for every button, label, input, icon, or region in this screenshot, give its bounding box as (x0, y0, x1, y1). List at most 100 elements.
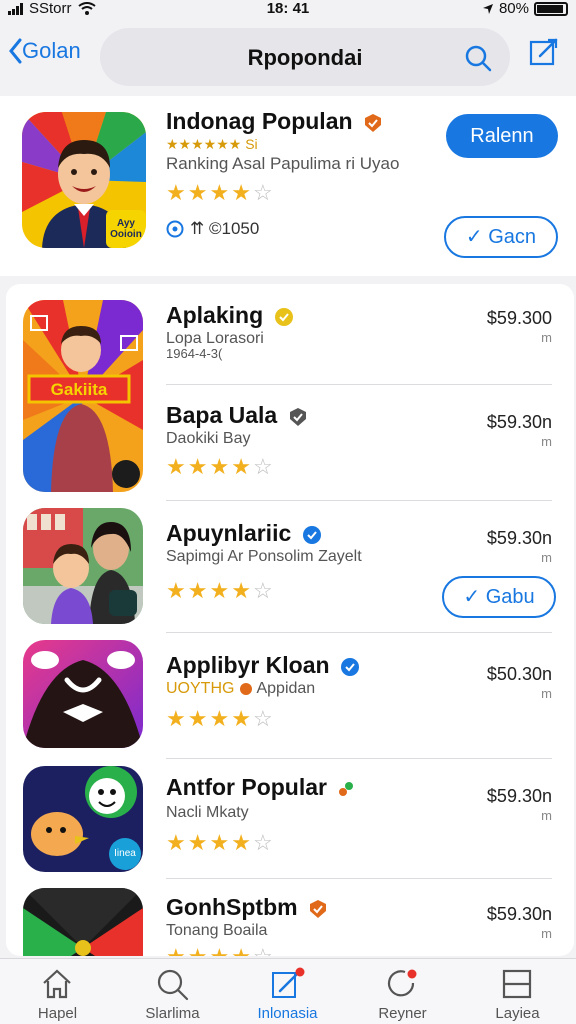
featured-icon-caption: Ayy Ooioin (110, 218, 142, 240)
app-icon[interactable] (23, 640, 143, 748)
star-filled-icon: ★ (209, 706, 230, 731)
divider (166, 758, 552, 759)
tab-search[interactable]: Slarlima (115, 959, 230, 1024)
battery-percent: 80% (498, 0, 529, 17)
list-item[interactable]: GonhSptbm Tonang Boaila ★★★★☆ $59.30n m (6, 880, 574, 956)
star-filled-icon: ★ (231, 180, 251, 205)
app-icon[interactable]: Iinea (23, 766, 143, 872)
star-filled-icon: ★ (187, 706, 208, 731)
app-title-text: Apuynlariic (166, 520, 292, 546)
star-filled-icon: ★ (187, 180, 208, 205)
tab-refresh[interactable]: Reyner (345, 959, 460, 1024)
app-action-label: Gabu (485, 586, 535, 608)
list-item[interactable]: Gakiita Aplaking Lopa Lorasori 1964-4-3(… (6, 284, 574, 492)
app-price: $59.30n (486, 528, 552, 548)
app-price-unit: m (541, 330, 552, 345)
app-rating: ★★★★☆ (166, 946, 273, 957)
star-filled-icon: ★ (166, 706, 186, 731)
star-filled-icon: ★ (187, 578, 208, 603)
app-title-text: Aplaking (166, 302, 264, 328)
badge-fill (274, 307, 293, 326)
featured-app[interactable]: Ayy Ooioin Indonag Populan ★★★★★★ Si Ran… (0, 96, 576, 276)
featured-app-icon[interactable]: Ayy Ooioin (22, 112, 146, 248)
app-price: $59.300 (486, 308, 552, 328)
app-price: $59.30n (486, 412, 552, 432)
divider (166, 632, 552, 633)
edit-icon (272, 967, 305, 998)
star-filled-icon: ★ (166, 180, 186, 205)
star-empty-icon: ☆ (252, 578, 273, 603)
star-filled-icon: ★ (231, 578, 251, 603)
compose-icon[interactable] (528, 36, 560, 68)
tab-label: Hapel (37, 1005, 78, 1022)
star-filled-icon: ★ (209, 578, 230, 603)
list-item[interactable]: Apuynlariic Sapimgi Ar Ponsolim Zayelt ★… (6, 502, 574, 632)
tab-layers[interactable]: Layiea (460, 959, 575, 1024)
list-item[interactable]: Iinea Antfor Popular Nacli Mkaty ★ ★ ★ ★ ☆ $… (6, 760, 574, 876)
app-subtitle-icon (239, 682, 252, 695)
app-subtitle-highlight: UOYTHG (166, 680, 235, 697)
search-bar[interactable]: Rpopondai (100, 28, 510, 86)
star-filled-icon: ★ (209, 946, 229, 957)
app-title: Bapa Uala (166, 402, 308, 429)
search-icon[interactable] (464, 44, 492, 72)
verified-badge-icon (339, 781, 354, 796)
search-title: Rpopondai (247, 45, 363, 70)
featured-meta: ⇈ ©1050 (166, 219, 259, 239)
app-title: Antfor Popular (166, 774, 355, 801)
app-title-text: Bapa Uala (166, 402, 278, 428)
tab-updates[interactable]: Inlonasia (230, 959, 345, 1024)
featured-secondary-button[interactable]: ✓ Gacn (444, 216, 558, 258)
star-filled-icon: ★ (187, 454, 208, 479)
verified-badge-icon (340, 657, 359, 676)
divider (166, 384, 552, 385)
status-bar: SStorr 18: 41 80% (0, 0, 576, 20)
featured-app-subtitle: Ranking Asal Papulima ri Uyao (166, 154, 400, 173)
app-price-unit: m (541, 434, 552, 449)
back-button[interactable]: Golan (8, 38, 81, 64)
app-title: Aplaking (166, 302, 294, 329)
star-filled-icon: ★ (166, 830, 186, 855)
tab-home[interactable]: Hapel (0, 959, 115, 1024)
app-subtitle: UOYTHG Appidan (166, 680, 315, 698)
app-title: GonhSptbm (166, 894, 328, 921)
star-filled-icon: ★ (231, 706, 251, 731)
list-item[interactable]: Bapa Uala Daokiki Bay ★ ★ ★ ★ ☆ $59.30n m (6, 386, 574, 500)
app-subtitle: Nacli Mkaty (166, 804, 249, 821)
star-empty-icon: ☆ (253, 946, 273, 957)
search-icon (157, 969, 189, 1001)
star-filled-icon: ★ (231, 946, 251, 957)
star-empty-icon: ☆ (252, 454, 273, 479)
app-price-unit: m (541, 686, 552, 701)
list-item[interactable]: Applibyr Kloan UOYTHG Appidan ★ ★ ★ ★ ☆ $50.… (6, 634, 574, 758)
app-price-unit: m (541, 550, 552, 565)
battery-icon (534, 1, 568, 16)
app-action-button[interactable]: ✓ Gabu (442, 576, 556, 618)
chevron-left-icon (9, 38, 22, 64)
featured-title-text: Indonag Populan (166, 108, 353, 134)
featured-small-text: ★★★★★★ Si (166, 136, 258, 152)
star-filled-icon: ★ (209, 180, 230, 205)
featured-secondary-label: Gacn (488, 226, 537, 248)
star-filled-icon: ★ (166, 578, 186, 603)
nav-bar: Golan Rpopondai (0, 22, 576, 90)
divider (166, 878, 552, 879)
back-label: Golan (22, 38, 81, 63)
star-filled-icon: ★ (188, 946, 208, 957)
app-rating: ★★★★☆ (166, 832, 273, 854)
app-price-unit: m (541, 808, 552, 823)
app-icon[interactable] (23, 888, 143, 956)
tab-label: Inlonasia (257, 1005, 318, 1022)
checkmark-icon: ✓ (463, 586, 486, 608)
featured-primary-button[interactable]: Ralenn (446, 114, 558, 158)
star-filled-icon: ★ (209, 830, 230, 855)
verified-badge-icon (309, 899, 326, 918)
star-filled-icon: ★ (231, 830, 251, 855)
verified-badge-icon (302, 525, 321, 544)
app-title-text: Applibyr Kloan (166, 652, 330, 678)
tab-label: Slarlima (145, 1005, 200, 1022)
tab-label: Layiea (495, 1005, 540, 1022)
app-icon[interactable] (23, 508, 143, 624)
app-rating: ★★★★☆ (166, 708, 273, 730)
app-price: $59.30n (486, 904, 552, 924)
